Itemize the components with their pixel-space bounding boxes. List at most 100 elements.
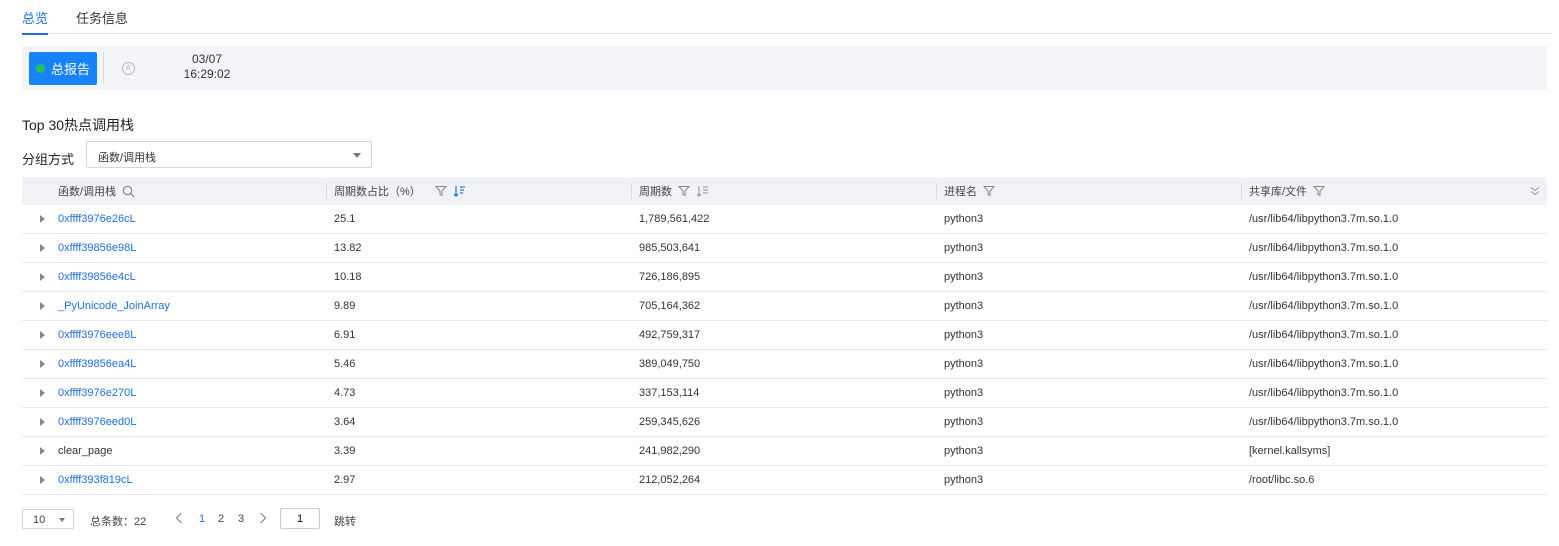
- report-timestamp[interactable]: 03/07 16:29:02: [172, 52, 242, 82]
- table-row[interactable]: 0xffff39856e4cL 10.18 726,186,895 python3/u…: [22, 263, 1547, 292]
- filter-icon[interactable]: [983, 185, 995, 197]
- cell-process: python3: [944, 213, 984, 225]
- report-time: 16:29:02: [183, 67, 231, 81]
- col-cycle-pct: 周期数占比（%）: [334, 177, 466, 205]
- table-row[interactable]: 0xffff39856e98L 13.82 985,503,641 python3/u…: [22, 234, 1547, 263]
- next-page-icon[interactable]: [259, 512, 267, 524]
- report-bar: 总报告 A 03/07 16:29:02: [22, 46, 1547, 90]
- expand-arrow-icon[interactable]: [40, 389, 45, 397]
- col-process: 进程名: [944, 177, 995, 205]
- col-cycles: 周期数: [639, 177, 709, 205]
- cell-function[interactable]: 0xffff39856e98L: [58, 234, 136, 262]
- col-cycles-label: 周期数: [639, 186, 672, 198]
- table-header: 函数/调用栈 周期数占比（%） 周期数 进程名 共享库/文件: [22, 177, 1547, 205]
- function-name[interactable]: 0xffff3976eee8L: [58, 329, 136, 341]
- group-by-select[interactable]: 函数/调用栈: [86, 141, 372, 168]
- filter-icon[interactable]: [678, 185, 690, 197]
- cell-function[interactable]: _PyUnicode_JoinArray: [58, 292, 170, 320]
- cell-function[interactable]: 0xffff3976e26cL: [58, 205, 136, 233]
- cell-library: /usr/lib64/libpython3.7m.so.1.0: [1249, 271, 1399, 283]
- filter-icon[interactable]: [434, 185, 447, 197]
- table-row[interactable]: _PyUnicode_JoinArray 9.89 705,164,362 pytho…: [22, 292, 1547, 321]
- cell-library: /usr/lib64/libpython3.7m.so.1.0: [1249, 300, 1399, 312]
- function-name[interactable]: 0xffff3976e270L: [58, 387, 136, 399]
- tab-overview[interactable]: 总览: [22, 8, 49, 35]
- report-date: 03/07: [191, 52, 223, 66]
- cell-function[interactable]: 0xffff3976e270L: [58, 379, 136, 407]
- cell-cycle-pct: 2.97: [334, 474, 356, 486]
- table-row[interactable]: 0xffff393f819cL 2.97 212,052,264 python3/ro…: [22, 466, 1547, 495]
- cell-cycles: 1,789,561,422: [639, 213, 710, 225]
- total-count: 总条数：22: [90, 516, 147, 528]
- prev-page-icon[interactable]: [175, 512, 183, 524]
- table-row[interactable]: 0xffff3976e270L 4.73 337,153,114 python3/us…: [22, 379, 1547, 408]
- divider: [103, 52, 104, 84]
- cell-cycles: 337,153,114: [639, 387, 700, 399]
- function-name[interactable]: 0xffff3976eed0L: [58, 416, 136, 428]
- cell-cycle-pct: 4.73: [334, 387, 356, 399]
- cell-cycles: 492,759,317: [639, 329, 701, 341]
- table-row[interactable]: 0xffff3976e26cL 25.1 1,789,561,422 python3 /…: [22, 205, 1547, 234]
- cell-process: python3: [944, 416, 984, 428]
- cell-library: /usr/lib64/libpython3.7m.so.1.0: [1249, 387, 1399, 399]
- cell-library: /usr/lib64/libpython3.7m.so.1.0: [1249, 416, 1399, 428]
- status-dot-icon: [35, 64, 45, 73]
- expand-arrow-icon[interactable]: [40, 331, 45, 339]
- function-name[interactable]: _PyUnicode_JoinArray: [58, 300, 170, 312]
- col-function: 函数/调用栈: [58, 177, 135, 205]
- expand-arrow-icon[interactable]: [40, 418, 45, 426]
- table-row[interactable]: 0xffff3976eee8L 6.91 492,759,317 python3/us…: [22, 321, 1547, 350]
- page-2[interactable]: 2: [218, 513, 224, 525]
- cell-cycle-pct: 6.91: [334, 329, 356, 341]
- jump-button[interactable]: 跳转: [334, 513, 356, 529]
- group-by-label: 分组方式: [22, 152, 75, 167]
- cell-function[interactable]: 0xffff39856e4cL: [58, 263, 136, 291]
- expand-arrow-icon[interactable]: [40, 215, 45, 223]
- function-name: clear_page: [58, 445, 113, 457]
- total-report-button[interactable]: 总报告: [29, 52, 97, 85]
- cell-cycles: 241,982,290: [639, 445, 701, 457]
- jump-page-input[interactable]: [280, 508, 320, 529]
- function-name[interactable]: 0xffff39856e4cL: [58, 271, 136, 283]
- table-row[interactable]: 0xffff39856ea4L 5.46 389,049,750 python3/us…: [22, 350, 1547, 379]
- compare-icon[interactable]: A: [122, 62, 135, 75]
- cell-function[interactable]: 0xffff393f819cL: [58, 466, 133, 494]
- filter-icon[interactable]: [1313, 185, 1326, 197]
- cell-cycles: 259,345,626: [639, 416, 701, 428]
- table-row[interactable]: clear_page 3.39 241,982,290 python3 [kernel.…: [22, 437, 1547, 466]
- column-divider: [1241, 183, 1242, 199]
- col-cycle-pct-label: 周期数占比（%）: [334, 186, 421, 198]
- column-collapse-icon[interactable]: [1529, 177, 1541, 205]
- table-row[interactable]: 0xffff3976eed0L 3.64 259,345,626 python3/us…: [22, 408, 1547, 437]
- expand-arrow-icon[interactable]: [40, 476, 45, 484]
- expand-arrow-icon[interactable]: [40, 360, 45, 368]
- expand-arrow-icon[interactable]: [40, 244, 45, 252]
- function-name[interactable]: 0xffff3976e26cL: [58, 213, 136, 225]
- tab-bar: 总览 任务信息: [22, 0, 1552, 35]
- cell-function[interactable]: 0xffff3976eee8L: [58, 321, 136, 349]
- col-library-label: 共享库/文件: [1249, 186, 1308, 198]
- function-name[interactable]: 0xffff39856ea4L: [58, 358, 136, 370]
- cell-cycle-pct: 25.1: [334, 213, 356, 225]
- expand-arrow-icon[interactable]: [40, 447, 45, 455]
- cell-function[interactable]: 0xffff39856ea4L: [58, 350, 136, 378]
- page-size-value: 10: [33, 514, 46, 526]
- cell-library: /usr/lib64/libpython3.7m.so.1.0: [1249, 329, 1399, 341]
- page-1[interactable]: 1: [199, 513, 205, 525]
- cell-process: python3: [944, 242, 984, 254]
- sort-desc-icon[interactable]: [453, 185, 466, 197]
- function-name[interactable]: 0xffff39856e98L: [58, 242, 136, 254]
- cell-function[interactable]: 0xffff3976eed0L: [58, 408, 136, 436]
- section-title: Top 30热点调用栈: [22, 117, 135, 133]
- expand-arrow-icon[interactable]: [40, 302, 45, 310]
- sort-icon[interactable]: [696, 185, 709, 197]
- cell-process: python3: [944, 300, 984, 312]
- cell-process: python3: [944, 329, 984, 341]
- search-icon[interactable]: [122, 185, 135, 198]
- page-size-select[interactable]: 10: [22, 509, 74, 529]
- page-3[interactable]: 3: [238, 513, 244, 525]
- tab-task-info[interactable]: 任务信息: [76, 8, 128, 27]
- expand-arrow-icon[interactable]: [40, 273, 45, 281]
- cell-cycles: 389,049,750: [639, 358, 701, 370]
- function-name[interactable]: 0xffff393f819cL: [58, 474, 133, 486]
